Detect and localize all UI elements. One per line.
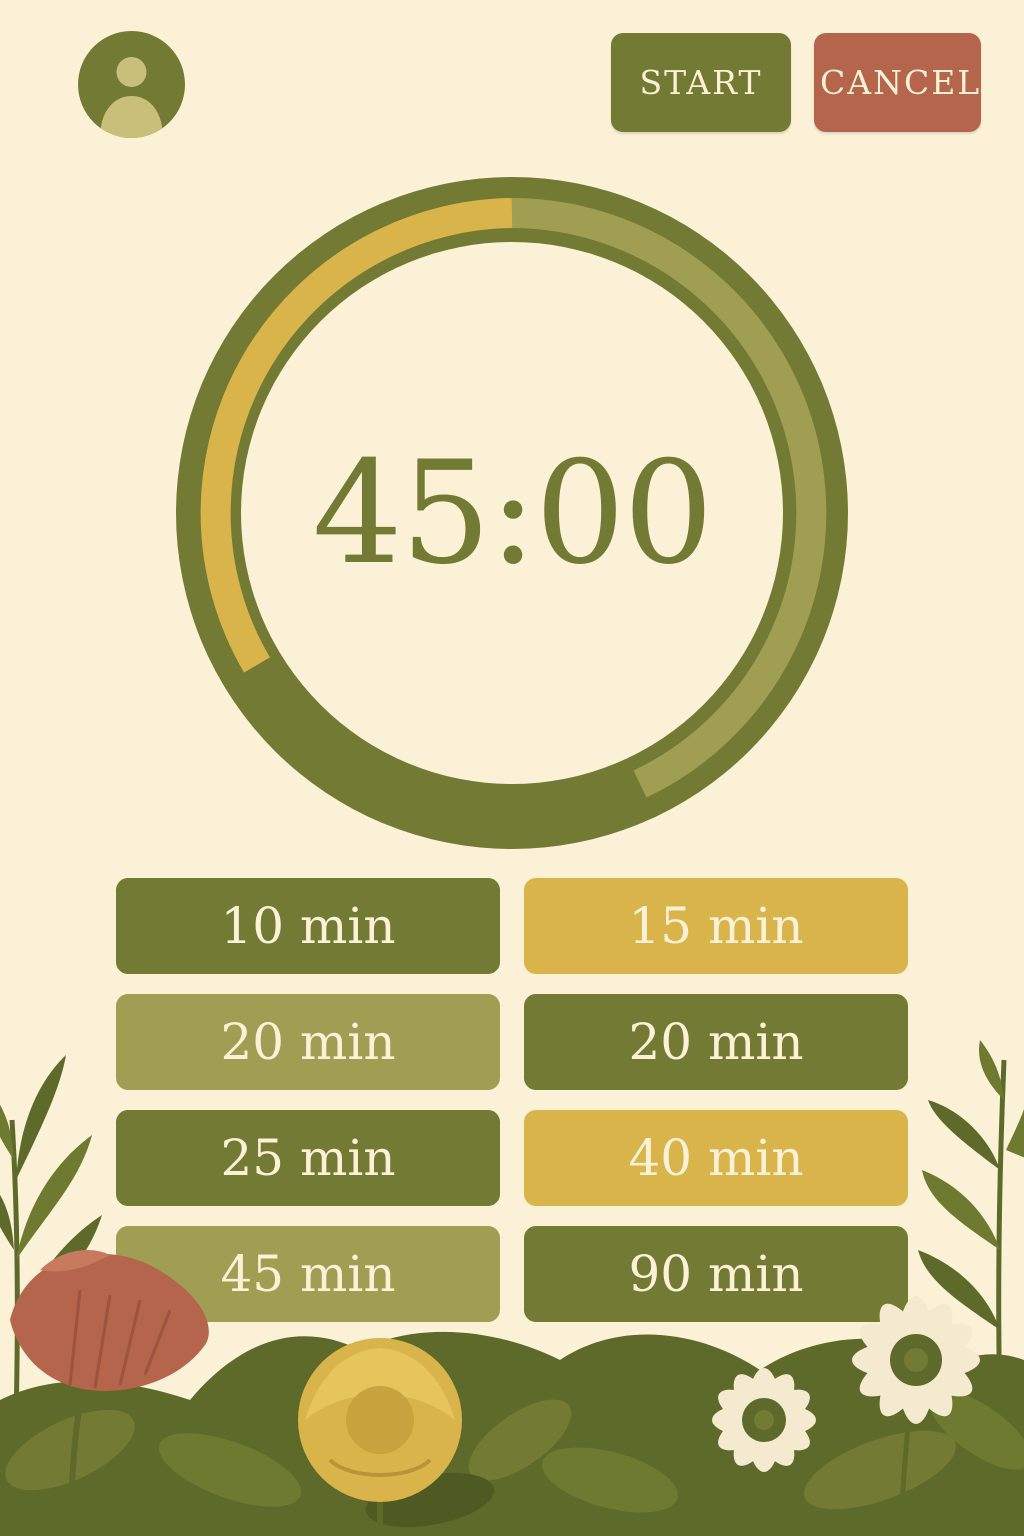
daisy-flower-large <box>852 1296 980 1536</box>
yellow-flower <box>298 1338 462 1536</box>
daisy-flower-small <box>712 1368 816 1536</box>
right-fern <box>918 1040 1024 1536</box>
preset-15-min[interactable]: 15 min <box>524 878 908 974</box>
timer-ring: 45:00 <box>175 176 849 850</box>
avatar[interactable] <box>78 31 185 138</box>
preset-20-min-left[interactable]: 20 min <box>116 994 500 1090</box>
cancel-button[interactable]: CANCEL <box>814 33 981 132</box>
preset-grid: 10 min 15 min 20 min 20 min 25 min 40 mi… <box>116 878 908 1322</box>
user-icon <box>100 57 163 138</box>
preset-45-min[interactable]: 45 min <box>116 1226 500 1322</box>
preset-25-min[interactable]: 25 min <box>116 1110 500 1206</box>
time-display: 45:00 <box>312 430 713 596</box>
preset-90-min[interactable]: 90 min <box>524 1226 908 1322</box>
preset-10-min[interactable]: 10 min <box>116 878 500 974</box>
preset-40-min[interactable]: 40 min <box>524 1110 908 1206</box>
bottom-leaves <box>0 1331 1024 1536</box>
start-button[interactable]: START <box>611 33 791 132</box>
preset-20-min-right[interactable]: 20 min <box>524 994 908 1090</box>
left-fern <box>0 1055 102 1536</box>
